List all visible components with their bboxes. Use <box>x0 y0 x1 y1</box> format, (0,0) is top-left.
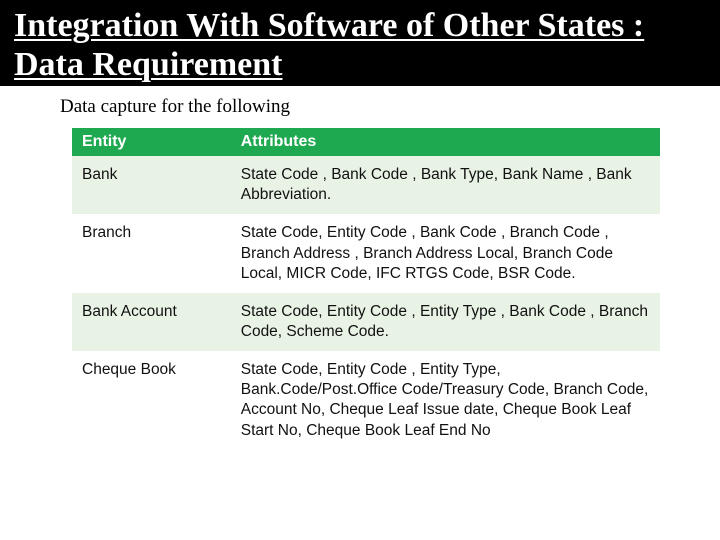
table-wrap: Entity Attributes Bank State Code , Bank… <box>0 128 720 450</box>
header-entity: Entity <box>72 128 231 156</box>
page-title: Integration With Software of Other State… <box>14 6 706 84</box>
table-row: Branch State Code, Entity Code , Bank Co… <box>72 214 660 292</box>
cell-entity: Branch <box>72 214 231 292</box>
data-requirement-table: Entity Attributes Bank State Code , Bank… <box>72 128 660 450</box>
table-header-row: Entity Attributes <box>72 128 660 156</box>
cell-entity: Bank Account <box>72 293 231 351</box>
table-row: Bank Account State Code, Entity Code , E… <box>72 293 660 351</box>
title-bar: Integration With Software of Other State… <box>0 0 720 86</box>
cell-entity: Bank <box>72 156 231 214</box>
table-row: Cheque Book State Code, Entity Code , En… <box>72 351 660 450</box>
cell-attributes: State Code , Bank Code , Bank Type, Bank… <box>231 156 660 214</box>
table-row: Bank State Code , Bank Code , Bank Type,… <box>72 156 660 214</box>
cell-attributes: State Code, Entity Code , Entity Type, B… <box>231 351 660 450</box>
cell-entity: Cheque Book <box>72 351 231 450</box>
page-subtitle: Data capture for the following <box>0 86 720 128</box>
cell-attributes: State Code, Entity Code , Entity Type , … <box>231 293 660 351</box>
cell-attributes: State Code, Entity Code , Bank Code , Br… <box>231 214 660 292</box>
header-attributes: Attributes <box>231 128 660 156</box>
